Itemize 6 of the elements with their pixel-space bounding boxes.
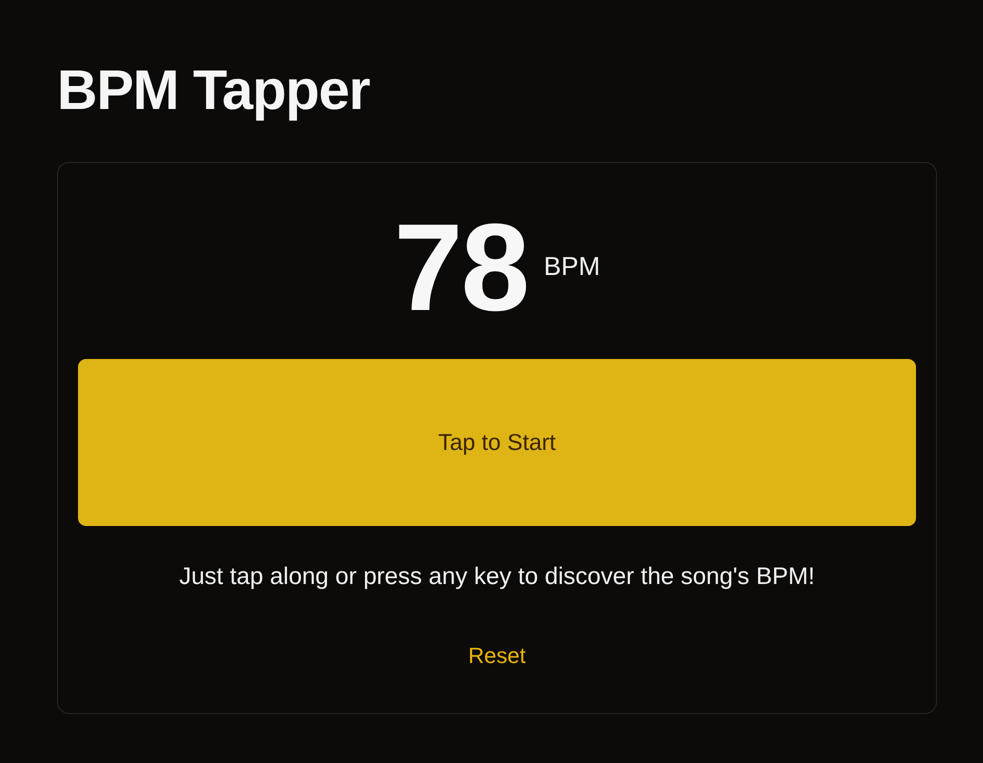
- hint-text: Just tap along or press any key to discover the song's BPM!: [179, 562, 815, 592]
- page-title: BPM Tapper: [57, 57, 370, 123]
- reset-link[interactable]: Reset: [468, 642, 526, 670]
- tap-button[interactable]: Tap to Start: [78, 359, 916, 526]
- bpm-unit: BPM: [544, 251, 600, 281]
- bpm-value: 78: [394, 203, 528, 333]
